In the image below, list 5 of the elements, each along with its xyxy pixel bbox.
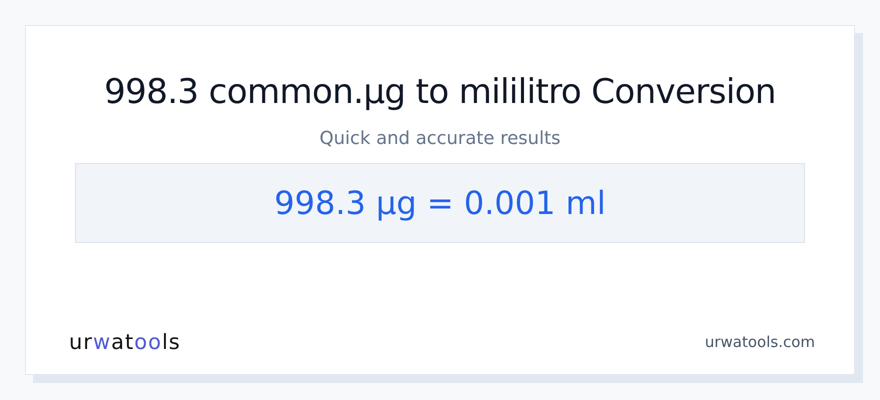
logo: urwatools [69,330,181,354]
result-panel: 998.3 µg = 0.001 ml [75,163,805,243]
subtitle: Quick and accurate results [318,128,562,149]
site-link[interactable]: urwatools.com [704,333,815,351]
page-title: 998.3 common.µg to mililitro Conversion [103,72,777,112]
